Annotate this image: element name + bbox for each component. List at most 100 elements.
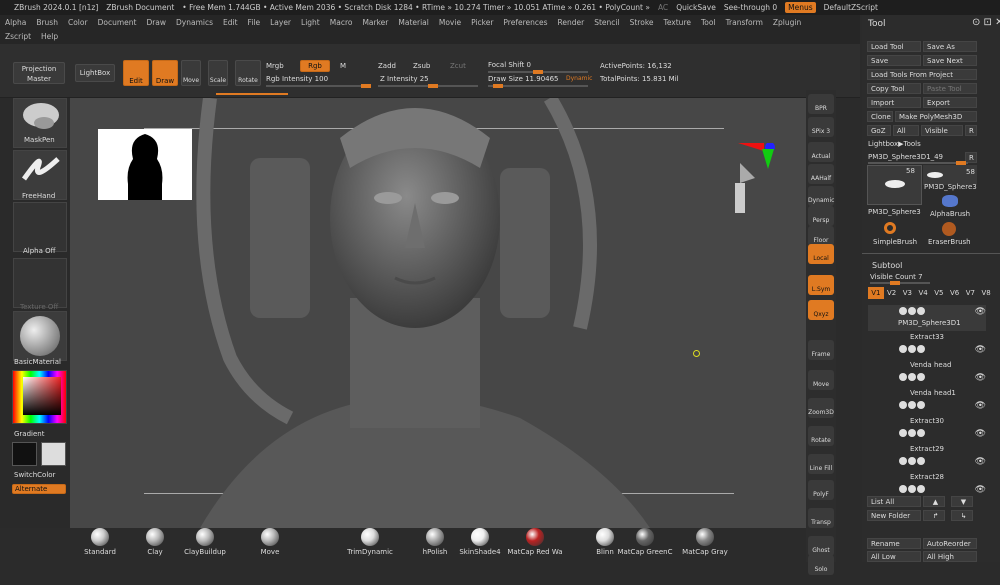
m-button[interactable]: M [340,62,346,70]
subtool-item[interactable]: Venda head1 👁 [868,389,986,415]
view-polyf-button[interactable]: PolyF [808,480,834,500]
paste-tool-button[interactable]: Paste Tool [923,83,977,94]
menu-marker[interactable]: Marker [362,18,388,27]
view-aahalf-button[interactable]: AAHalf [808,164,834,184]
alpha-thumbnail[interactable] [13,202,67,252]
version-tab-v2[interactable]: V2 [884,287,900,299]
eye-icon[interactable]: 👁 [975,429,986,439]
move-mode-button[interactable]: Move [181,60,201,86]
subtool-toggles[interactable] [898,401,925,411]
see-through-slider[interactable]: See-through 0 [724,3,777,12]
all-button[interactable]: All [893,125,919,136]
view-line-fill-button[interactable]: Line Fill [808,454,834,474]
menu-transform[interactable]: Transform [726,18,763,27]
load-tools-from-project-button[interactable]: Load Tools From Project [867,69,977,80]
shelf-item[interactable]: MatCap Gray [675,528,735,556]
shelf-item[interactable]: MatCap GreenC [615,528,675,556]
scale-mode-button[interactable]: Scale [208,60,228,86]
lightbox-tools-button[interactable]: Lightbox▶Tools [868,140,921,148]
menu-texture[interactable]: Texture [664,18,691,27]
rgb-button[interactable]: Rgb [300,60,330,72]
main-color-swatch[interactable] [12,442,37,466]
menu-zscript[interactable]: Zscript [5,32,31,41]
version-tab-v4[interactable]: V4 [915,287,931,299]
menu-color[interactable]: Color [68,18,88,27]
subtool-toggles[interactable] [898,307,925,317]
visible-count-slider[interactable] [870,281,930,285]
eraserbrush-icon[interactable] [942,222,956,236]
view-frame-button[interactable]: Frame [808,340,834,360]
focal-shift-slider[interactable] [488,70,588,74]
menu-movie[interactable]: Movie [439,18,461,27]
version-tab-v7[interactable]: V7 [963,287,979,299]
version-tab-v5[interactable]: V5 [931,287,947,299]
subtool-toggles[interactable] [898,373,925,383]
mrgb-button[interactable]: Mrgb [266,62,284,70]
move-folder-down-button[interactable]: ↳ [951,510,973,521]
subtool-item[interactable]: Extract30 👁 [868,417,986,443]
eye-icon[interactable]: 👁 [975,401,986,411]
subtool-toggles[interactable] [898,457,925,467]
dynamic-toggle[interactable]: Dynamic [566,75,592,82]
menus-toggle[interactable]: Menus [785,2,816,13]
view-ghost-button[interactable]: Ghost [808,536,834,556]
eye-icon[interactable]: 👁 [975,345,986,355]
menu-dynamics[interactable]: Dynamics [176,18,213,27]
menu-edit[interactable]: Edit [223,18,238,27]
move-folder-up-button[interactable]: ↱ [923,510,945,521]
alphabrush-icon[interactable] [942,195,958,207]
view-transp-button[interactable]: Transp [808,508,834,528]
z-intensity-slider[interactable] [378,84,478,88]
palette-controls[interactable]: ⊙ ⊡ ✕ [972,17,1000,28]
menu-light[interactable]: Light [301,18,320,27]
menu-tool[interactable]: Tool [701,18,716,27]
quicksave-button[interactable]: QuickSave [676,3,716,12]
auto-reorder-button[interactable]: AutoReorder [923,538,977,549]
menu-document[interactable]: Document [98,18,137,27]
draw-button[interactable]: Draw [152,60,178,86]
document-canvas[interactable] [70,98,806,528]
shelf-item[interactable]: Standard [70,528,130,556]
menu-draw[interactable]: Draw [146,18,166,27]
menu-picker[interactable]: Picker [471,18,493,27]
projection-master-button[interactable]: Projection Master [13,62,65,84]
menu-render[interactable]: Render [558,18,585,27]
shelf-item[interactable]: SkinShade4 [450,528,510,556]
visible-button[interactable]: Visible [921,125,963,136]
current-tool-name[interactable]: PM3D_Sphere3D1_49 [868,153,943,161]
version-tab-v3[interactable]: V3 [900,287,916,299]
all-low-button[interactable]: All Low [867,551,921,562]
view-floor-button[interactable]: Floor [808,226,834,246]
subtool-toggles[interactable] [898,485,925,495]
import-button[interactable]: Import [867,97,921,108]
zcut-button[interactable]: Zcut [450,62,466,70]
copy-tool-button[interactable]: Copy Tool [867,83,921,94]
secondary-color-swatch[interactable] [41,442,66,466]
view-spix-3-button[interactable]: SPix 3 [808,117,834,137]
view-rotate-button[interactable]: Rotate [808,426,834,446]
edit-button[interactable]: Edit [123,60,149,86]
menu-stencil[interactable]: Stencil [594,18,619,27]
shelf-item[interactable]: Move [240,528,300,556]
view-dynamic-button[interactable]: Dynamic [808,186,834,206]
navigation-gizmo[interactable] [700,143,780,223]
eye-icon[interactable]: 👁 [975,307,986,317]
shelf-item[interactable]: ClayBuildup [175,528,235,556]
texture-thumbnail[interactable] [13,258,67,308]
eye-icon[interactable]: 👁 [975,373,986,383]
menu-zplugin[interactable]: Zplugin [773,18,801,27]
tool-slot-slider[interactable] [868,161,968,165]
draw-size-slider[interactable] [488,84,588,88]
menu-brush[interactable]: Brush [36,18,58,27]
simplebrush-icon[interactable] [884,222,896,234]
rename-button[interactable]: Rename [867,538,921,549]
load-tool-button[interactable]: Load Tool [867,41,921,52]
alternate-button[interactable]: Alternate [12,484,66,494]
subtool-toggles[interactable] [898,429,925,439]
subtool-item[interactable]: Extract33 👁 [868,333,986,359]
new-folder-button[interactable]: New Folder [867,510,921,521]
all-high-button[interactable]: All High [923,551,977,562]
eye-icon[interactable]: 👁 [975,457,986,467]
color-picker[interactable] [12,370,67,424]
list-all-button[interactable]: List All [867,496,921,507]
